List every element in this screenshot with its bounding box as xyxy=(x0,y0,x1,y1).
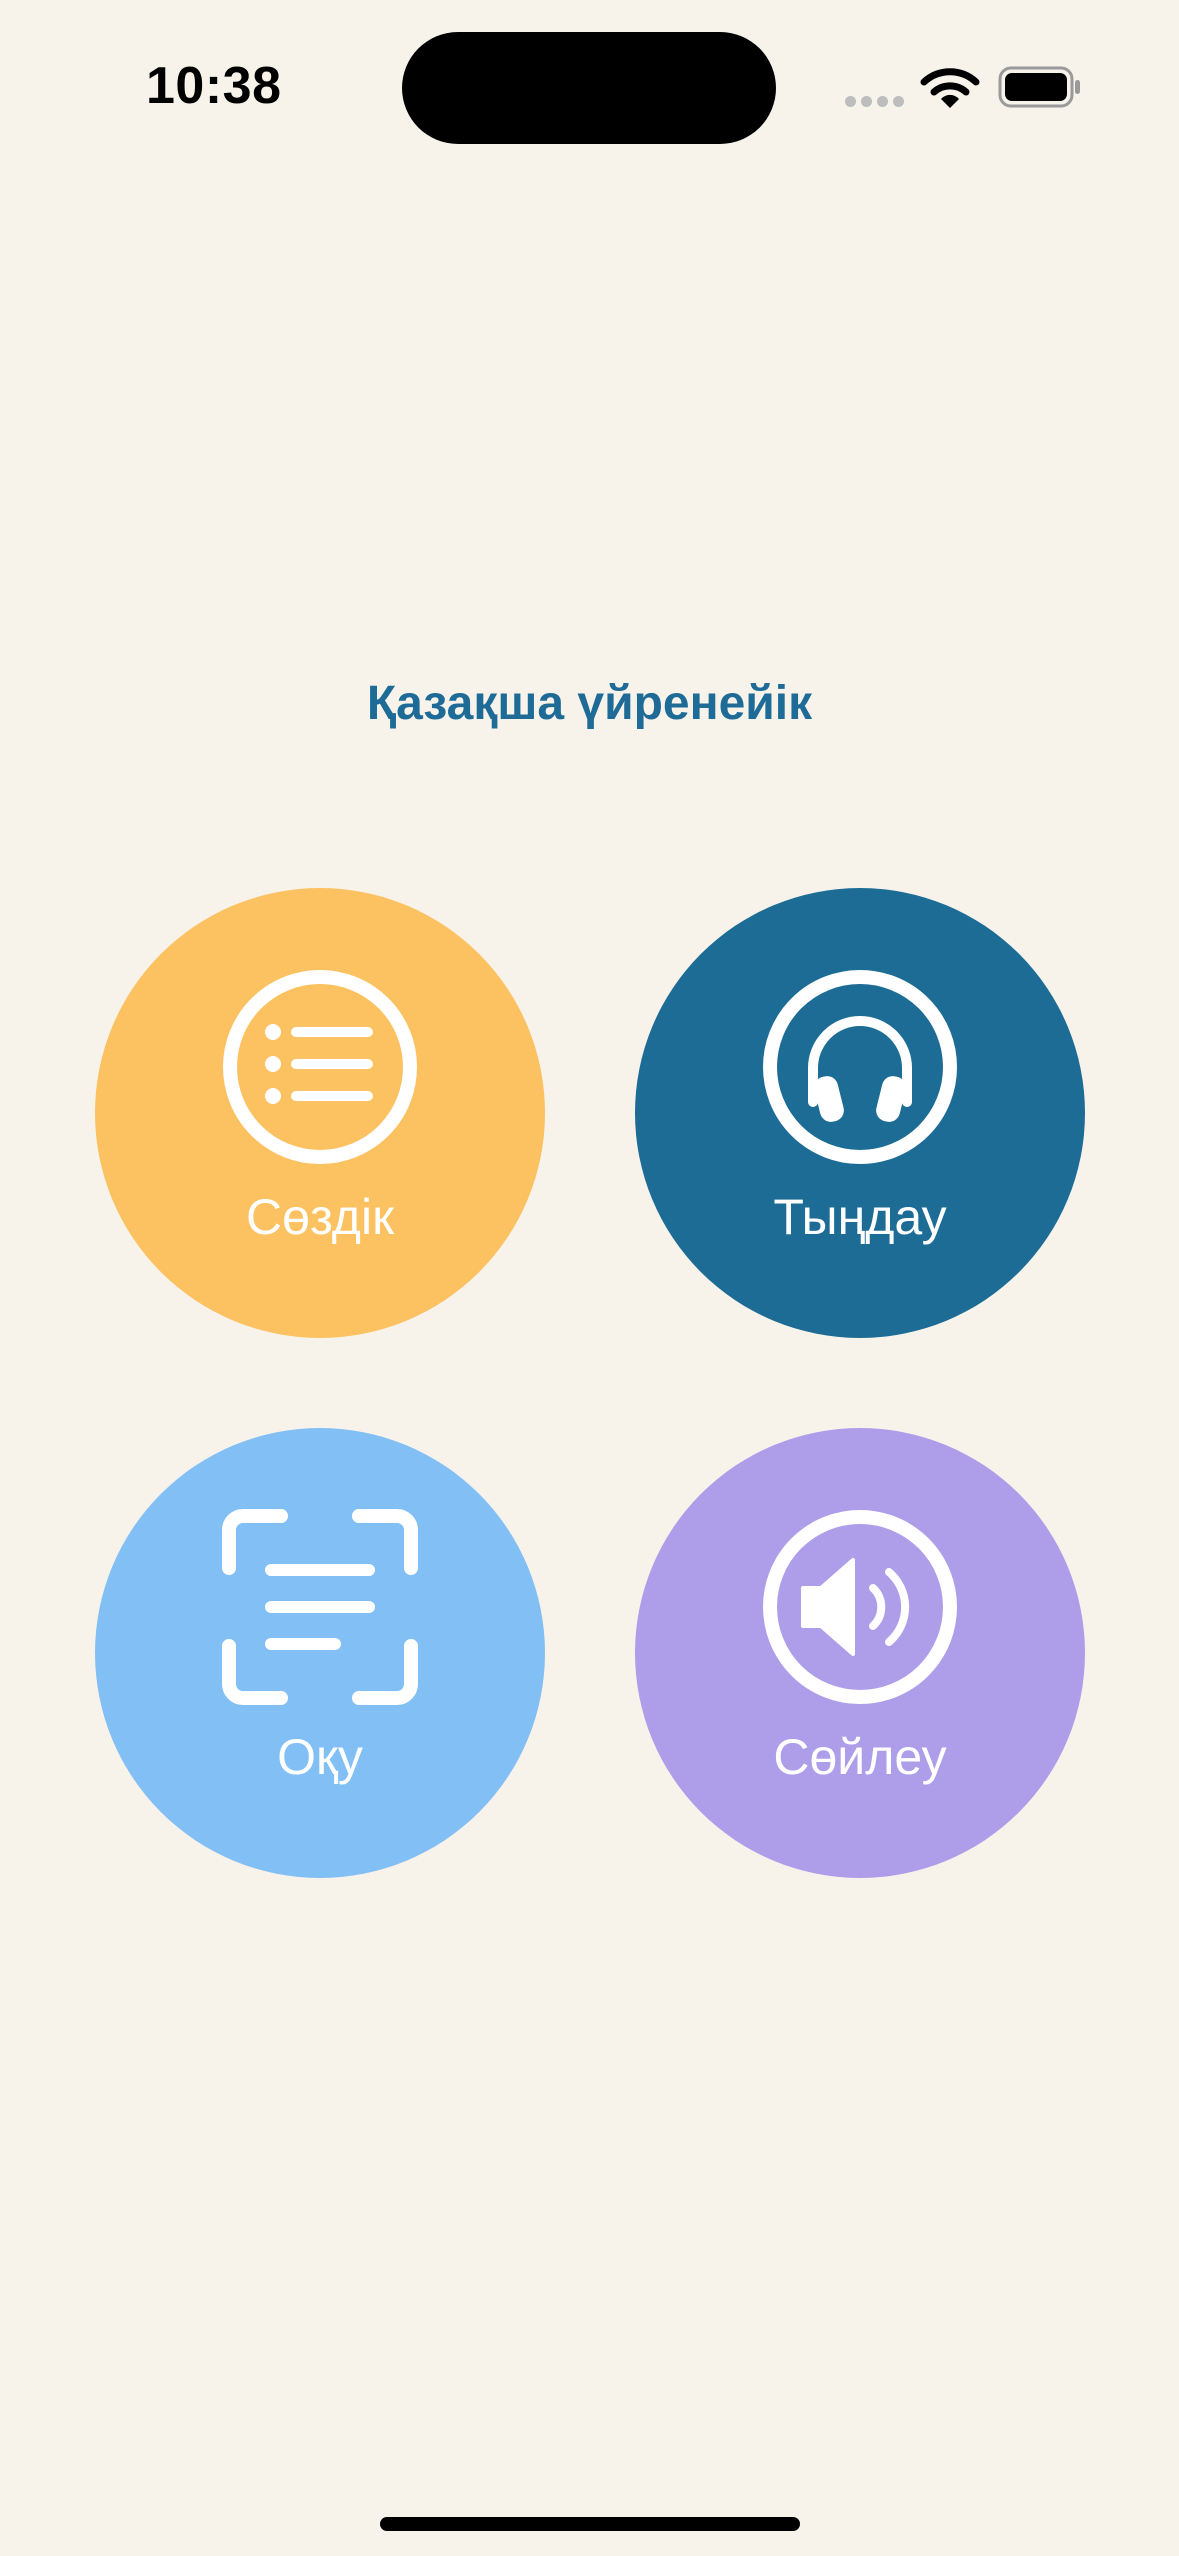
wifi-icon xyxy=(920,68,980,108)
speaking-button[interactable]: Сөйлеу xyxy=(635,1428,1085,1878)
listening-button[interactable]: Тыңдау xyxy=(635,888,1085,1338)
page-title: Қазақша үйренейік xyxy=(366,677,813,730)
headphones-icon xyxy=(763,970,957,1164)
listening-label: Тыңдау xyxy=(773,1189,947,1245)
list-icon xyxy=(223,970,417,1164)
dynamic-island xyxy=(402,32,776,144)
app-screen: 10:38 Қазақша үйренейік Сөздік Тыңдау Оқ… xyxy=(0,0,1179,2556)
reading-button[interactable]: Оқу xyxy=(95,1428,545,1878)
home-indicator[interactable] xyxy=(380,2517,800,2531)
status-time: 10:38 xyxy=(146,57,282,115)
battery-icon xyxy=(998,66,1080,108)
cellular-signal-icon xyxy=(845,96,905,108)
speaking-label: Сөйлеу xyxy=(773,1729,947,1785)
dictionary-label: Сөздік xyxy=(246,1189,394,1245)
speaker-icon xyxy=(763,1510,957,1704)
reading-label: Оқу xyxy=(277,1729,363,1785)
text-scan-icon xyxy=(222,1509,418,1705)
dictionary-button[interactable]: Сөздік xyxy=(95,888,545,1338)
